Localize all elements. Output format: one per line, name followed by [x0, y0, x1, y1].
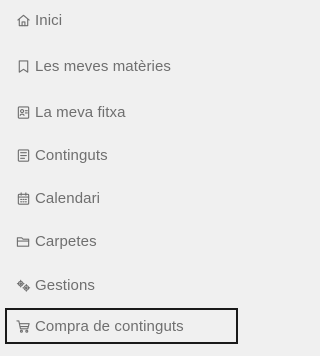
menu-item-compra-de-continguts[interactable]: Compra de continguts [5, 308, 238, 344]
document-icon [16, 148, 31, 163]
menu-item-inici[interactable]: Inici [5, 4, 238, 36]
menu-item-gestions[interactable]: Gestions [5, 269, 238, 301]
gears-icon [16, 278, 31, 293]
menu-item-les-meves-materies[interactable]: Les meves matèries [5, 50, 238, 82]
menu-item-carpetes[interactable]: Carpetes [5, 225, 238, 257]
menu-item-label: Calendari [35, 189, 101, 207]
home-icon [16, 13, 31, 28]
menu-item-continguts[interactable]: Continguts [5, 139, 238, 171]
menu-item-calendari[interactable]: Calendari [5, 182, 238, 214]
bookmark-icon [16, 59, 31, 74]
sidebar-menu: Inici Les meves matèries La meva fitxa C… [0, 0, 243, 356]
menu-item-label: Carpetes [35, 232, 97, 250]
calendar-icon [16, 191, 31, 206]
menu-item-label: Inici [35, 11, 63, 29]
menu-item-la-meva-fitxa[interactable]: La meva fitxa [5, 96, 238, 128]
menu-item-label: Compra de continguts [35, 317, 184, 335]
menu-item-label: Continguts [35, 146, 108, 164]
profile-card-icon [16, 105, 31, 120]
menu-item-label: La meva fitxa [35, 103, 126, 121]
menu-item-label: Les meves matèries [35, 57, 172, 75]
menu-item-label: Gestions [35, 276, 95, 294]
folder-icon [16, 234, 31, 249]
cart-icon [16, 319, 31, 334]
